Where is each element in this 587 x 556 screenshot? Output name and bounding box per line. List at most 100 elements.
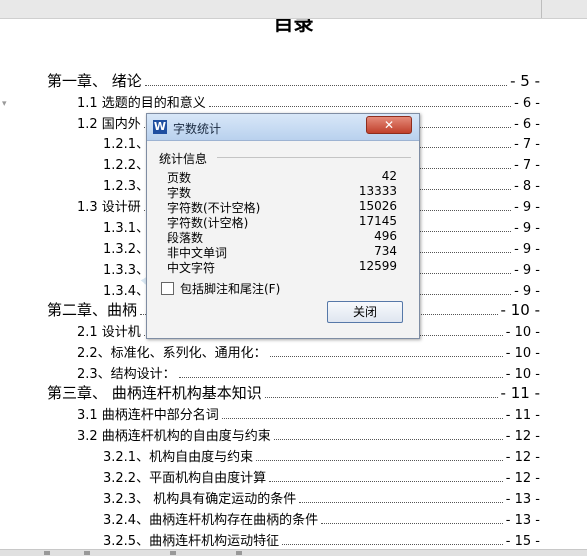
page-title: 目录 bbox=[273, 19, 314, 35]
toc-entry-title: 第三章、 曲柄连杆机构基本知识 bbox=[47, 384, 262, 402]
close-icon[interactable]: ✕ bbox=[366, 116, 412, 134]
toc-entry-page: - 12 - bbox=[505, 429, 540, 444]
stat-value: 13333 bbox=[358, 184, 397, 198]
toc-entry[interactable]: 1.1 选题的目的和意义 - 6 - bbox=[77, 92, 540, 113]
status-icon[interactable] bbox=[44, 551, 50, 555]
toc-entry-page: - 11 - bbox=[500, 384, 540, 402]
toc-entry-page: - 15 - bbox=[505, 534, 540, 549]
group-divider bbox=[217, 157, 411, 158]
toc-entry-page: - 5 - bbox=[510, 72, 540, 90]
stat-value: 17145 bbox=[358, 214, 397, 228]
toc-entry[interactable]: 第一章、 绪论 - 5 - bbox=[47, 71, 540, 92]
toc-leader-dots bbox=[269, 467, 503, 482]
toc-entry[interactable]: 2.3、结构设计： - 10 - bbox=[77, 363, 540, 384]
word-count-dialog: W 字数统计 ✕ 统计信息 页数 42 字数 13333 字符数(不计空格) 15026 字… bbox=[146, 113, 420, 339]
toc-entry-title: 1.2.2、 bbox=[103, 158, 150, 173]
toc-entry-page: - 7 - bbox=[514, 137, 540, 152]
toc-entry-title: 2.3、结构设计： bbox=[77, 367, 176, 382]
toc-entry-page: - 13 - bbox=[505, 513, 540, 528]
toc-entry-title: 3.2.2、平面机构自由度计算 bbox=[103, 471, 267, 486]
toc-entry-page: - 9 - bbox=[514, 284, 540, 299]
toc-entry[interactable]: 3.2.2、平面机构自由度计算 - 12 - bbox=[103, 467, 540, 488]
toc-entry[interactable]: 3.1 曲柄连杆中部分名词 - 11 - bbox=[77, 404, 540, 425]
status-icon[interactable] bbox=[236, 551, 242, 555]
stat-label: 字符数(不计空格) bbox=[167, 201, 261, 215]
toc-entry-page: - 7 - bbox=[514, 158, 540, 173]
toc-entry-title: 1.2 国内外 bbox=[77, 117, 141, 132]
status-icon[interactable] bbox=[84, 551, 90, 555]
toc-entry-title: 1.3.1、 bbox=[103, 221, 150, 236]
toc-entry-title: 第一章、 绪论 bbox=[47, 72, 142, 90]
toc-entry-page: - 10 - bbox=[505, 325, 540, 340]
toc-entry-title: 3.2 曲柄连杆机构的自由度与约束 bbox=[77, 429, 271, 444]
toc-entry-page: - 8 - bbox=[514, 179, 540, 194]
stat-row: 字数 13333 bbox=[167, 184, 397, 200]
toc-leader-dots bbox=[178, 363, 503, 378]
toc-entry[interactable]: 3.2.5、曲柄连杆机构运动特征 - 15 - bbox=[103, 530, 540, 549]
toc-entry-page: - 10 - bbox=[505, 367, 540, 382]
toc-entry-title: 2.2、标准化、系列化、通用化： bbox=[77, 346, 267, 361]
toc-entry-page: - 9 - bbox=[514, 200, 540, 215]
toc-entry-title: 1.3 设计研 bbox=[77, 200, 141, 215]
toc-leader-dots bbox=[208, 92, 512, 107]
stat-value: 12599 bbox=[358, 259, 397, 273]
toc-entry[interactable]: 3.2.3、 机构具有确定运动的条件 - 13 - bbox=[103, 488, 540, 509]
close-button[interactable]: 关闭 bbox=[327, 301, 403, 323]
toc-entry-title: 3.2.4、曲柄连杆机构存在曲柄的条件 bbox=[103, 513, 319, 528]
toc-entry[interactable]: 3.2.1、机构自由度与约束 - 12 - bbox=[103, 446, 540, 467]
include-footnotes-option[interactable]: 包括脚注和尾注(F) bbox=[161, 280, 280, 297]
paragraph-marker-icon: ▾ bbox=[2, 99, 7, 109]
dialog-title: 字数统计 bbox=[173, 122, 222, 136]
toc-leader-dots bbox=[144, 71, 508, 86]
stat-row: 段落数 496 bbox=[167, 229, 397, 245]
toc-entry[interactable]: 2.2、标准化、系列化、通用化： - 10 - bbox=[77, 342, 540, 363]
stat-label: 页数 bbox=[167, 171, 192, 185]
toc-leader-dots bbox=[264, 383, 498, 398]
stat-value: 496 bbox=[374, 229, 397, 243]
status-icon[interactable] bbox=[170, 551, 176, 555]
stat-label: 字数 bbox=[167, 186, 192, 200]
toc-entry-title: 3.1 曲柄连杆中部分名词 bbox=[77, 408, 219, 423]
toc-entry-title: 3.2.1、机构自由度与约束 bbox=[103, 450, 254, 465]
toc-entry-title: 1.3.2、 bbox=[103, 242, 150, 257]
stat-value: 15026 bbox=[358, 199, 397, 213]
toc-entry-title: 1.1 选题的目的和意义 bbox=[77, 96, 206, 111]
toc-entry-page: - 9 - bbox=[514, 221, 540, 236]
include-footnotes-checkbox[interactable] bbox=[161, 282, 174, 295]
wps-writer-icon: W bbox=[153, 120, 167, 134]
toolbar-divider bbox=[541, 0, 542, 18]
toc-leader-dots bbox=[221, 404, 503, 419]
toc-entry[interactable]: 3.2.4、曲柄连杆机构存在曲柄的条件 - 13 - bbox=[103, 509, 540, 530]
toc-entry-page: - 9 - bbox=[514, 263, 540, 278]
stat-row: 字符数(不计空格) 15026 bbox=[167, 199, 397, 215]
toc-entry-title: 1.2.1、 bbox=[103, 137, 150, 152]
stat-label: 字符数(计空格) bbox=[167, 216, 249, 230]
toc-entry-page: - 9 - bbox=[514, 242, 540, 257]
stat-label: 段落数 bbox=[167, 231, 204, 245]
toc-entry[interactable]: 第三章、 曲柄连杆机构基本知识 - 11 - bbox=[47, 383, 540, 404]
toc-leader-dots bbox=[299, 488, 503, 503]
stat-row: 非中文单词 734 bbox=[167, 244, 397, 260]
stat-label: 非中文单词 bbox=[167, 246, 228, 260]
dialog-title-bar[interactable]: W 字数统计 ✕ bbox=[147, 114, 419, 141]
toc-leader-dots bbox=[256, 446, 503, 461]
toc-entry-title: 1.3.3、 bbox=[103, 263, 150, 278]
toc-leader-dots bbox=[269, 342, 503, 357]
stat-row: 页数 42 bbox=[167, 169, 397, 185]
toc-leader-dots bbox=[273, 425, 503, 440]
toc-entry-page: - 10 - bbox=[500, 301, 540, 319]
toc-leader-dots bbox=[321, 509, 503, 524]
stat-value: 42 bbox=[381, 169, 397, 183]
toc-entry-page: - 6 - bbox=[514, 96, 540, 111]
toc-entry-title: 3.2.5、曲柄连杆机构运动特征 bbox=[103, 534, 280, 549]
toc-entry-page: - 6 - bbox=[514, 117, 540, 132]
toc-entry-page: - 12 - bbox=[505, 471, 540, 486]
toc-entry[interactable]: 3.2 曲柄连杆机构的自由度与约束 - 12 - bbox=[77, 425, 540, 446]
include-footnotes-label: 包括脚注和尾注(F) bbox=[180, 282, 281, 296]
stat-value: 734 bbox=[374, 244, 397, 258]
toc-entry-page: - 13 - bbox=[505, 492, 540, 507]
toc-entry-title: 第二章、曲柄 bbox=[47, 301, 138, 319]
stat-row: 字符数(计空格) 17145 bbox=[167, 214, 397, 230]
toc-entry-title: 2.1 设计机 bbox=[77, 325, 141, 340]
toc-entry-title: 1.2.3、 bbox=[103, 179, 150, 194]
